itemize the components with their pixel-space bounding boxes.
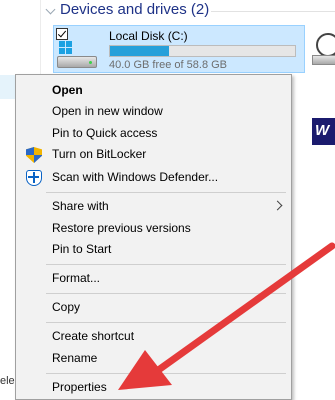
devices-group-title: Devices and drives (2) <box>60 1 210 18</box>
menu-separator <box>46 264 286 265</box>
menu-item-rename[interactable]: Rename <box>16 348 291 370</box>
menu-item-label: Open <box>52 83 83 97</box>
menu-separator <box>46 293 286 294</box>
drive-free-space: 40.0 GB free of 58.8 GB <box>109 59 228 71</box>
menu-item-share-with[interactable]: Share with <box>16 196 291 218</box>
menu-item-label: Properties <box>52 380 107 394</box>
menu-item-open[interactable]: Open <box>16 80 291 102</box>
chevron-down-icon[interactable] <box>45 4 56 15</box>
menu-item-copy[interactable]: Copy <box>16 297 291 319</box>
menu-item-label: Restore previous versions <box>52 221 191 235</box>
menu-item-label: Format... <box>52 271 101 285</box>
menu-item-label: Scan with Windows Defender... <box>52 170 219 184</box>
menu-item-create-shortcut[interactable]: Create shortcut <box>16 326 291 348</box>
chevron-right-icon <box>272 200 283 211</box>
menu-item-label: Pin to Quick access <box>52 126 158 140</box>
menu-item-label: Copy <box>52 300 81 314</box>
menu-item-restore-versions[interactable]: Restore previous versions <box>16 218 291 240</box>
menu-separator <box>46 373 286 374</box>
hard-disk-icon <box>57 56 97 68</box>
menu-item-open-new-window[interactable]: Open in new window <box>16 101 291 123</box>
menu-item-scan-defender[interactable]: Scan with Windows Defender... <box>16 167 291 189</box>
drive-name: Local Disk (C:) <box>109 29 188 43</box>
wd-logo-icon: W <box>312 118 335 145</box>
menu-item-format[interactable]: Format... <box>16 268 291 290</box>
menu-item-label: Turn on BitLocker <box>52 147 147 161</box>
windows-defender-icon <box>26 170 42 186</box>
context-menu: Open Open in new window Pin to Quick acc… <box>15 74 292 400</box>
menu-item-label: Pin to Start <box>52 242 112 256</box>
menu-separator <box>46 322 286 323</box>
menu-item-properties[interactable]: Properties <box>16 377 291 399</box>
checkbox-checked-icon[interactable] <box>56 28 68 40</box>
menu-item-pin-start[interactable]: Pin to Start <box>16 239 291 261</box>
menu-item-bitlocker[interactable]: Turn on BitLocker <box>16 144 291 166</box>
menu-item-label: Open in new window <box>52 104 163 118</box>
menu-separator <box>46 192 286 193</box>
menu-item-pin-quick-access[interactable]: Pin to Quick access <box>16 123 291 145</box>
group-divider <box>211 11 335 12</box>
windows-logo-icon <box>59 41 73 55</box>
devices-group-header[interactable]: Devices and drives (2) <box>45 1 335 20</box>
cd-drive-icon[interactable] <box>312 33 335 73</box>
menu-item-label: Rename <box>52 351 98 365</box>
menu-item-label: Share with <box>52 199 109 213</box>
bitlocker-shield-icon <box>26 147 42 163</box>
drive-tile-c[interactable]: Local Disk (C:) 40.0 GB free of 58.8 GB <box>53 25 305 73</box>
drive-usage-bar <box>109 45 296 57</box>
menu-item-label: Create shortcut <box>52 329 135 343</box>
drive-usage-fill <box>110 46 170 56</box>
